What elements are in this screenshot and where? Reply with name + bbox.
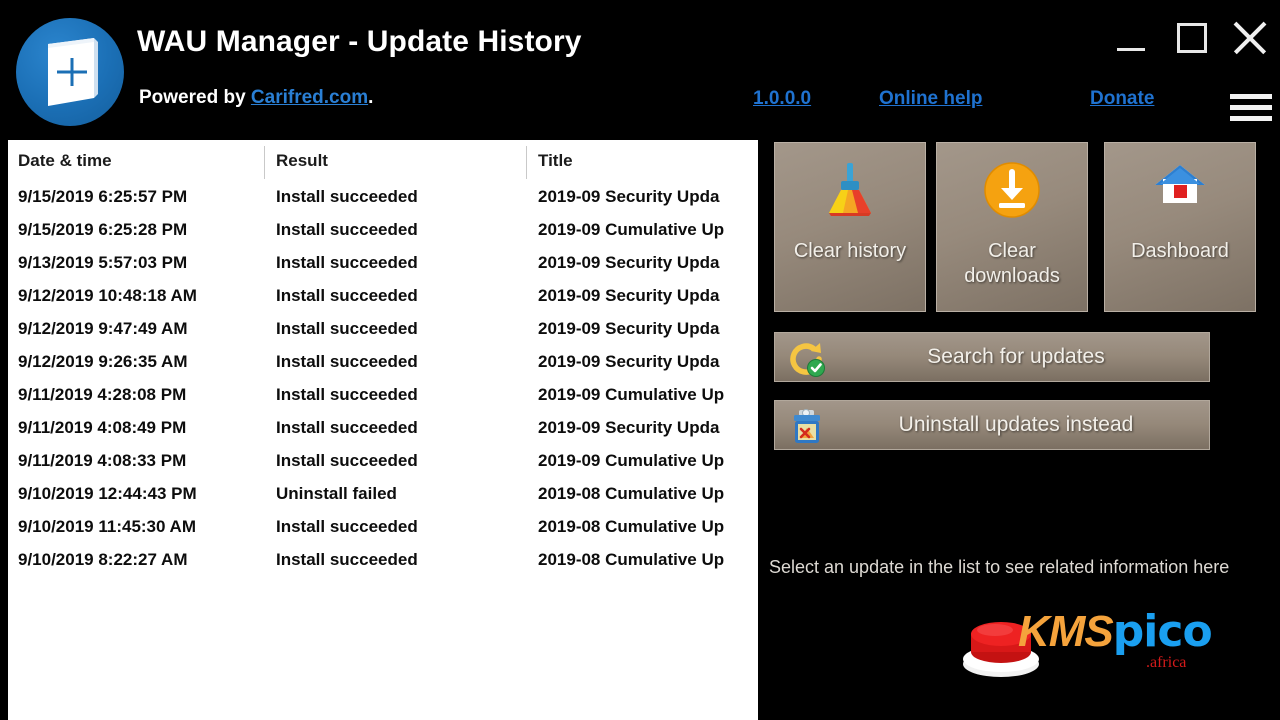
cell-result: Install succeeded xyxy=(276,286,418,305)
clear-downloads-button[interactable]: Clear downloads xyxy=(936,142,1088,312)
hamburger-bar-1 xyxy=(1230,94,1272,99)
donate-link[interactable]: Donate xyxy=(1090,88,1154,110)
download-circle-icon xyxy=(937,161,1087,224)
cell-result: Install succeeded xyxy=(276,352,418,371)
cell-title: 2019-09 Security Upda xyxy=(538,352,720,371)
refresh-check-icon xyxy=(789,340,827,378)
brand-pico: pico xyxy=(1112,606,1213,657)
cell-date: 9/13/2019 5:57:03 PM xyxy=(18,253,188,272)
update-history-list[interactable]: Date & time Result Title 9/15/2019 6:25:… xyxy=(8,140,758,720)
dashboard-button[interactable]: Dashboard xyxy=(1104,142,1256,312)
home-icon xyxy=(1105,161,1255,218)
cell-result: Install succeeded xyxy=(276,517,418,536)
uninstall-updates-button[interactable]: Uninstall updates instead xyxy=(774,400,1210,450)
hamburger-bar-2 xyxy=(1230,105,1272,110)
cell-title: 2019-09 Security Upda xyxy=(538,253,720,272)
list-header-row: Date & time Result Title xyxy=(8,140,758,182)
cell-date: 9/11/2019 4:28:08 PM xyxy=(18,385,187,404)
table-row[interactable]: 9/10/2019 12:44:43 PM Uninstall failed 201… xyxy=(8,479,758,512)
cell-title: 2019-09 Cumulative Up xyxy=(538,385,725,404)
minimize-icon xyxy=(1117,48,1145,51)
cell-result: Uninstall failed xyxy=(276,484,397,503)
uninstall-bin-icon xyxy=(789,408,827,446)
cell-date: 9/12/2019 9:26:35 AM xyxy=(18,352,188,371)
hamburger-menu-icon[interactable] xyxy=(1230,92,1272,126)
page-title: WAU Manager - Update History xyxy=(137,25,582,58)
column-separator-1[interactable] xyxy=(264,146,265,179)
hamburger-bar-3 xyxy=(1230,116,1272,121)
cell-result: Install succeeded xyxy=(276,418,418,437)
brand-tld: .africa xyxy=(1146,654,1187,671)
dashboard-label: Dashboard xyxy=(1131,240,1229,262)
uninstall-updates-label: Uninstall updates instead xyxy=(898,413,1134,436)
cell-date: 9/11/2019 4:08:33 PM xyxy=(18,451,187,470)
cell-date: 9/15/2019 6:25:57 PM xyxy=(18,187,188,206)
maximize-icon xyxy=(1177,23,1207,53)
kmspico-brand-text: KMSpico xyxy=(1018,606,1213,657)
cell-result: Install succeeded xyxy=(276,550,418,569)
table-row[interactable]: 9/12/2019 10:48:18 AM Install succeeded 20… xyxy=(8,281,758,314)
cell-title: 2019-09 Security Upda xyxy=(538,187,720,206)
online-help-link[interactable]: Online help xyxy=(879,88,982,110)
app-logo-glyph xyxy=(48,38,98,106)
table-row[interactable]: 9/15/2019 6:25:28 PM Install succeeded 201… xyxy=(8,215,758,248)
cell-title: 2019-09 Security Upda xyxy=(538,418,720,437)
powered-by-suffix: . xyxy=(368,87,374,108)
table-row[interactable]: 9/11/2019 4:08:33 PM Install succeeded 201… xyxy=(8,446,758,479)
cell-date: 9/12/2019 10:48:18 AM xyxy=(18,286,197,305)
wau-manager-window: WAU Manager - Update History Powered by … xyxy=(0,0,1280,720)
minimize-button[interactable] xyxy=(1112,26,1150,60)
cell-title: 2019-09 Security Upda xyxy=(538,319,720,338)
cell-result: Install succeeded xyxy=(276,220,418,239)
carifred-link[interactable]: Carifred.com xyxy=(251,87,368,108)
cell-date: 9/15/2019 6:25:28 PM xyxy=(18,220,188,239)
table-row[interactable]: 9/10/2019 8:22:27 AM Install succeeded 201… xyxy=(8,545,758,578)
table-row[interactable]: 9/10/2019 11:45:30 AM Install succeeded 20… xyxy=(8,512,758,545)
maximize-button[interactable] xyxy=(1172,18,1212,58)
cell-result: Install succeeded xyxy=(276,385,418,404)
clear-history-button[interactable]: Clear history xyxy=(774,142,926,312)
column-header-date[interactable]: Date & time xyxy=(18,151,112,171)
cell-title: 2019-09 Cumulative Up xyxy=(538,220,725,239)
cell-date: 9/10/2019 11:45:30 AM xyxy=(18,517,196,536)
cell-title: 2019-09 Cumulative Up xyxy=(538,451,725,470)
close-button[interactable] xyxy=(1230,18,1270,58)
cell-result: Install succeeded xyxy=(276,253,418,272)
cell-result: Install succeeded xyxy=(276,187,418,206)
clear-downloads-label: Clear downloads xyxy=(964,240,1060,287)
table-row[interactable]: 9/12/2019 9:26:35 AM Install succeeded 201… xyxy=(8,347,758,380)
list-body: 9/15/2019 6:25:57 PM Install succeeded 201… xyxy=(8,182,758,578)
broom-icon xyxy=(775,161,925,224)
column-header-title[interactable]: Title xyxy=(538,151,573,171)
table-row[interactable]: 9/11/2019 4:28:08 PM Install succeeded 201… xyxy=(8,380,758,413)
cell-result: Install succeeded xyxy=(276,319,418,338)
selection-info-text: Select an update in the list to see rela… xyxy=(769,557,1230,577)
table-row[interactable]: 9/13/2019 5:57:03 PM Install succeeded 201… xyxy=(8,248,758,281)
clear-history-label: Clear history xyxy=(793,240,907,262)
cell-title: 2019-08 Cumulative Up xyxy=(538,550,725,569)
table-row[interactable]: 9/12/2019 9:47:49 AM Install succeeded 201… xyxy=(8,314,758,347)
cell-date: 9/12/2019 9:47:49 AM xyxy=(18,319,188,338)
brand-kms: KMS xyxy=(1018,607,1114,656)
cell-title: 2019-08 Cumulative Up xyxy=(538,517,725,536)
column-header-result[interactable]: Result xyxy=(276,151,328,171)
version-link[interactable]: 1.0.0.0 xyxy=(753,88,811,110)
powered-by-line: Powered by Carifred.com. xyxy=(139,87,373,109)
search-for-updates-label: Search for updates xyxy=(927,345,1105,368)
column-separator-2[interactable] xyxy=(526,146,527,179)
cell-title: 2019-09 Security Upda xyxy=(538,286,720,305)
cell-date: 9/11/2019 4:08:49 PM xyxy=(18,418,187,437)
title-bar: WAU Manager - Update History Powered by … xyxy=(0,0,1280,136)
wau-manager-icon xyxy=(16,18,124,126)
search-for-updates-button[interactable]: Search for updates xyxy=(774,332,1210,382)
cell-date: 9/10/2019 12:44:43 PM xyxy=(18,484,197,503)
table-row[interactable]: 9/15/2019 6:25:57 PM Install succeeded 201… xyxy=(8,182,758,215)
cell-title: 2019-08 Cumulative Up xyxy=(538,484,725,503)
powered-by-prefix: Powered by xyxy=(139,87,251,108)
kmspico-watermark: KMSpico .africa xyxy=(960,602,1260,680)
table-row[interactable]: 9/11/2019 4:08:49 PM Install succeeded 201… xyxy=(8,413,758,446)
cell-result: Install succeeded xyxy=(276,451,418,470)
cell-date: 9/10/2019 8:22:27 AM xyxy=(18,550,188,569)
